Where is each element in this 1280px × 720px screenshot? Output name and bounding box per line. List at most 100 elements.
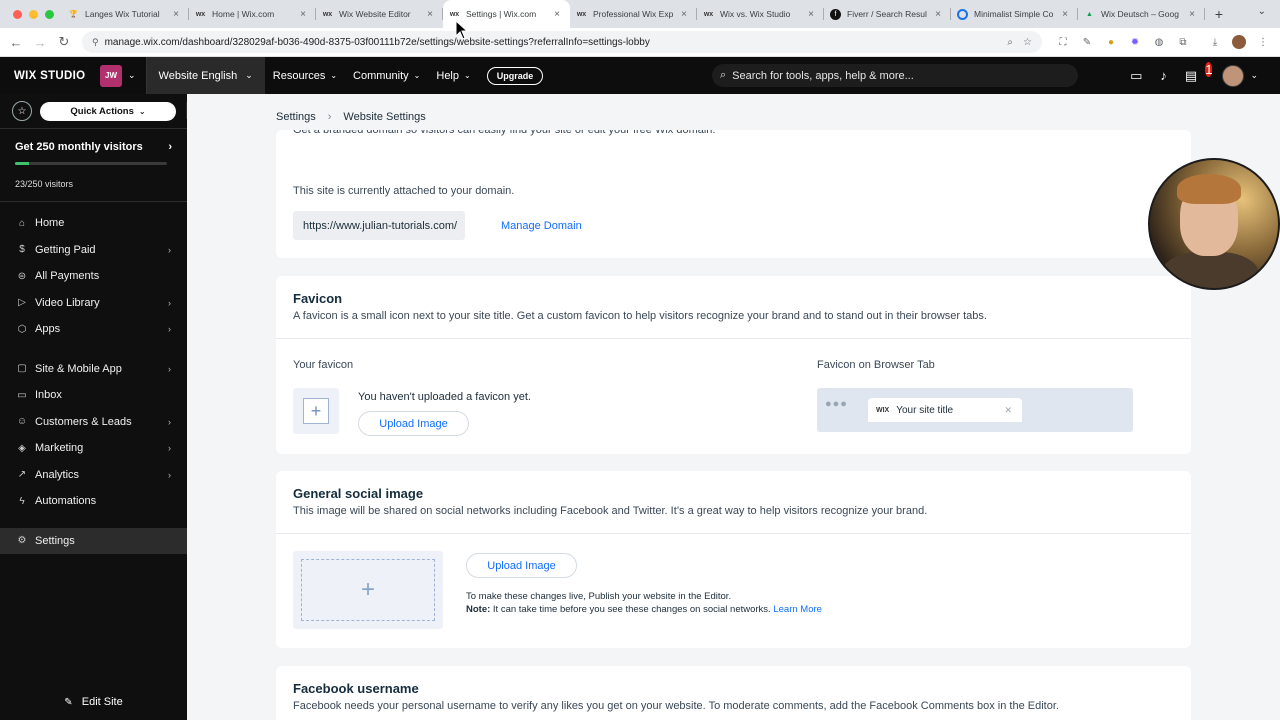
sidebar-item-apps[interactable]: ⬡ Apps › <box>0 316 187 343</box>
sidebar-item-site-mobile-app[interactable]: ▢ Site & Mobile App › <box>0 356 187 383</box>
wix-icon: wx <box>322 10 333 18</box>
social-upload-button[interactable]: Upload Image <box>466 553 577 578</box>
wix-top-nav: WIX STUDIO JW ⌄ Website English ⌄ Resour… <box>0 57 1280 94</box>
site-selector[interactable]: JW ⌄ <box>100 64 136 87</box>
star-icon[interactable]: ☆ <box>12 101 32 121</box>
extension-grey-icon[interactable]: ◍ <box>1152 35 1166 49</box>
close-tab-icon[interactable]: × <box>427 9 433 20</box>
sidebar-item-automations[interactable]: ϟ Automations <box>0 488 187 515</box>
marketing-icon: ◈ <box>18 442 26 454</box>
browser-tab[interactable]: wx Home | Wix.com × <box>189 0 316 28</box>
manage-domain-link[interactable]: Manage Domain <box>501 220 582 232</box>
browser-tab[interactable]: Minimalist Simple Co × <box>951 0 1078 28</box>
chevron-down-icon: ⌄ <box>330 71 338 80</box>
sidebar-item-label: Home <box>35 217 65 230</box>
site-name-menu[interactable]: Website English ⌄ <box>146 57 265 94</box>
site-info-icon[interactable]: ⚲ <box>92 37 99 48</box>
close-tab-icon[interactable]: × <box>681 9 687 20</box>
browser-tab[interactable]: wx Wix vs. Wix Studio × <box>697 0 824 28</box>
sidebar-item-all-payments[interactable]: ⊜ All Payments <box>0 263 187 290</box>
chat-icon[interactable]: ▭ <box>1130 68 1142 84</box>
close-tab-icon[interactable]: × <box>935 9 941 20</box>
sidebar-item-label: Apps <box>35 323 61 336</box>
quick-actions-button[interactable]: Quick Actions ⌄ <box>40 101 176 121</box>
nav-community[interactable]: Community ⌄ <box>345 70 428 82</box>
favicon-upload-placeholder[interactable]: + <box>293 388 339 434</box>
visitors-progress-bar <box>15 162 167 165</box>
browser-tab[interactable]: wx Wix Website Editor × <box>316 0 443 28</box>
browser-tab[interactable]: f Fiverr / Search Resul × <box>824 0 951 28</box>
zoom-icon[interactable]: ⌕ <box>1007 37 1013 48</box>
edit-site-button[interactable]: ✎ Edit Site <box>0 696 187 708</box>
browser-tab[interactable]: wx Professional Wix Exp × <box>570 0 697 28</box>
browser-tab[interactable]: ▲ Wix Deutsch – Goog × <box>1078 0 1205 28</box>
sidebar-item-settings[interactable]: ⚙ Settings <box>0 527 187 554</box>
forward-arrow-icon[interactable]: → <box>28 35 52 50</box>
updates-icon[interactable]: ▤ 1 <box>1185 61 1213 84</box>
close-tab-icon[interactable]: × <box>173 9 179 20</box>
sidebar-item-video-library[interactable]: ▷ Video Library › <box>0 290 187 317</box>
reload-icon[interactable]: ↻ <box>52 34 76 50</box>
breadcrumb-settings[interactable]: Settings <box>276 111 316 123</box>
upgrade-button[interactable]: Upgrade <box>486 66 544 85</box>
extension-colorful-icon[interactable]: ● <box>1104 35 1118 49</box>
browser-menu-icon[interactable]: ⋮ <box>1256 35 1270 49</box>
social-image-placeholder[interactable]: + <box>293 551 443 629</box>
chevron-right-icon: › <box>168 141 172 153</box>
edit-site-label: Edit Site <box>81 696 123 708</box>
favicon-upload-button[interactable]: Upload Image <box>358 411 469 436</box>
automations-icon: ϟ <box>19 495 25 507</box>
profile-avatar[interactable] <box>1232 35 1246 49</box>
wix-studio-logo[interactable]: WIX STUDIO <box>14 70 90 82</box>
bookmark-star-icon[interactable]: ☆ <box>1023 37 1032 48</box>
close-window-button[interactable] <box>13 9 22 19</box>
maximize-window-button[interactable] <box>45 9 54 19</box>
sidebar-item-customers-leads[interactable]: ☺ Customers & Leads › <box>0 409 187 436</box>
pen-icon[interactable]: ✎ <box>1080 35 1094 49</box>
minimize-window-button[interactable] <box>29 9 38 19</box>
browser-tab[interactable]: 🏆 Langes Wix Tutorial × <box>62 0 189 28</box>
nav-help[interactable]: Help ⌄ <box>428 70 478 82</box>
nav-label: Help <box>436 69 459 82</box>
sidebar-item-analytics[interactable]: ↗ Analytics › <box>0 462 187 489</box>
close-tab-icon[interactable]: × <box>554 9 560 20</box>
tab-search-chevron-icon[interactable]: ⌄ <box>1258 6 1266 17</box>
bell-icon[interactable]: ♪ <box>1160 68 1167 83</box>
pencil-icon: ✎ <box>64 697 73 708</box>
social-image-subtitle: This image will be shared on social netw… <box>293 505 928 517</box>
site-icon: ▢ <box>17 363 27 375</box>
domain-subtitle: Get a branded domain so visitors can eas… <box>293 124 716 136</box>
webcam-person-body <box>1160 252 1260 288</box>
sidebar-top: ☆ Quick Actions ⌄ <box>0 94 187 128</box>
wix-icon: wx <box>195 10 206 18</box>
sidebar-item-home[interactable]: ⌂ Home <box>0 210 187 237</box>
search-input[interactable]: ⌕ Search for tools, apps, help & more... <box>712 64 1078 87</box>
sidebar-item-label: Getting Paid <box>35 243 96 256</box>
screenshot-icon[interactable]: ⛶ <box>1056 35 1070 49</box>
puzzle-icon[interactable]: ⧉ <box>1176 35 1190 49</box>
download-icon[interactable]: ⤓ <box>1208 35 1222 49</box>
sidebar-item-label: Video Library <box>35 296 100 309</box>
apps-icon: ⬡ <box>17 323 27 335</box>
inbox-icon: ▭ <box>17 389 27 401</box>
sidebar-menu: ⌂ Home $ Getting Paid › ⊜ All Payments ▷… <box>0 202 187 554</box>
your-favicon-label: Your favicon <box>293 359 354 371</box>
back-arrow-icon[interactable]: ← <box>4 35 28 50</box>
close-tab-icon[interactable]: × <box>300 9 306 20</box>
address-bar[interactable]: ⚲ manage.wix.com/dashboard/328029af-b036… <box>82 31 1042 53</box>
tab-title: Home | Wix.com <box>212 9 275 19</box>
user-menu[interactable]: ⌄ <box>1222 64 1258 87</box>
visitors-goal[interactable]: Get 250 monthly visitors › 23/250 visito… <box>0 129 187 201</box>
extension-purple-icon[interactable]: ✹ <box>1128 35 1142 49</box>
new-tab-button[interactable]: + <box>1209 6 1229 22</box>
sidebar-item-inbox[interactable]: ▭ Inbox <box>0 382 187 409</box>
chevron-down-icon: ⌄ <box>464 71 471 80</box>
learn-more-link[interactable]: Learn More <box>773 604 822 615</box>
close-tab-icon[interactable]: × <box>808 9 814 20</box>
url-text[interactable]: manage.wix.com/dashboard/328029af-b036-4… <box>105 37 998 48</box>
close-tab-icon[interactable]: × <box>1062 9 1068 20</box>
close-tab-icon[interactable]: × <box>1189 9 1195 20</box>
nav-resources[interactable]: Resources ⌄ <box>265 70 345 82</box>
sidebar-item-getting-paid[interactable]: $ Getting Paid › <box>0 237 187 264</box>
sidebar-item-marketing[interactable]: ◈ Marketing › <box>0 435 187 462</box>
